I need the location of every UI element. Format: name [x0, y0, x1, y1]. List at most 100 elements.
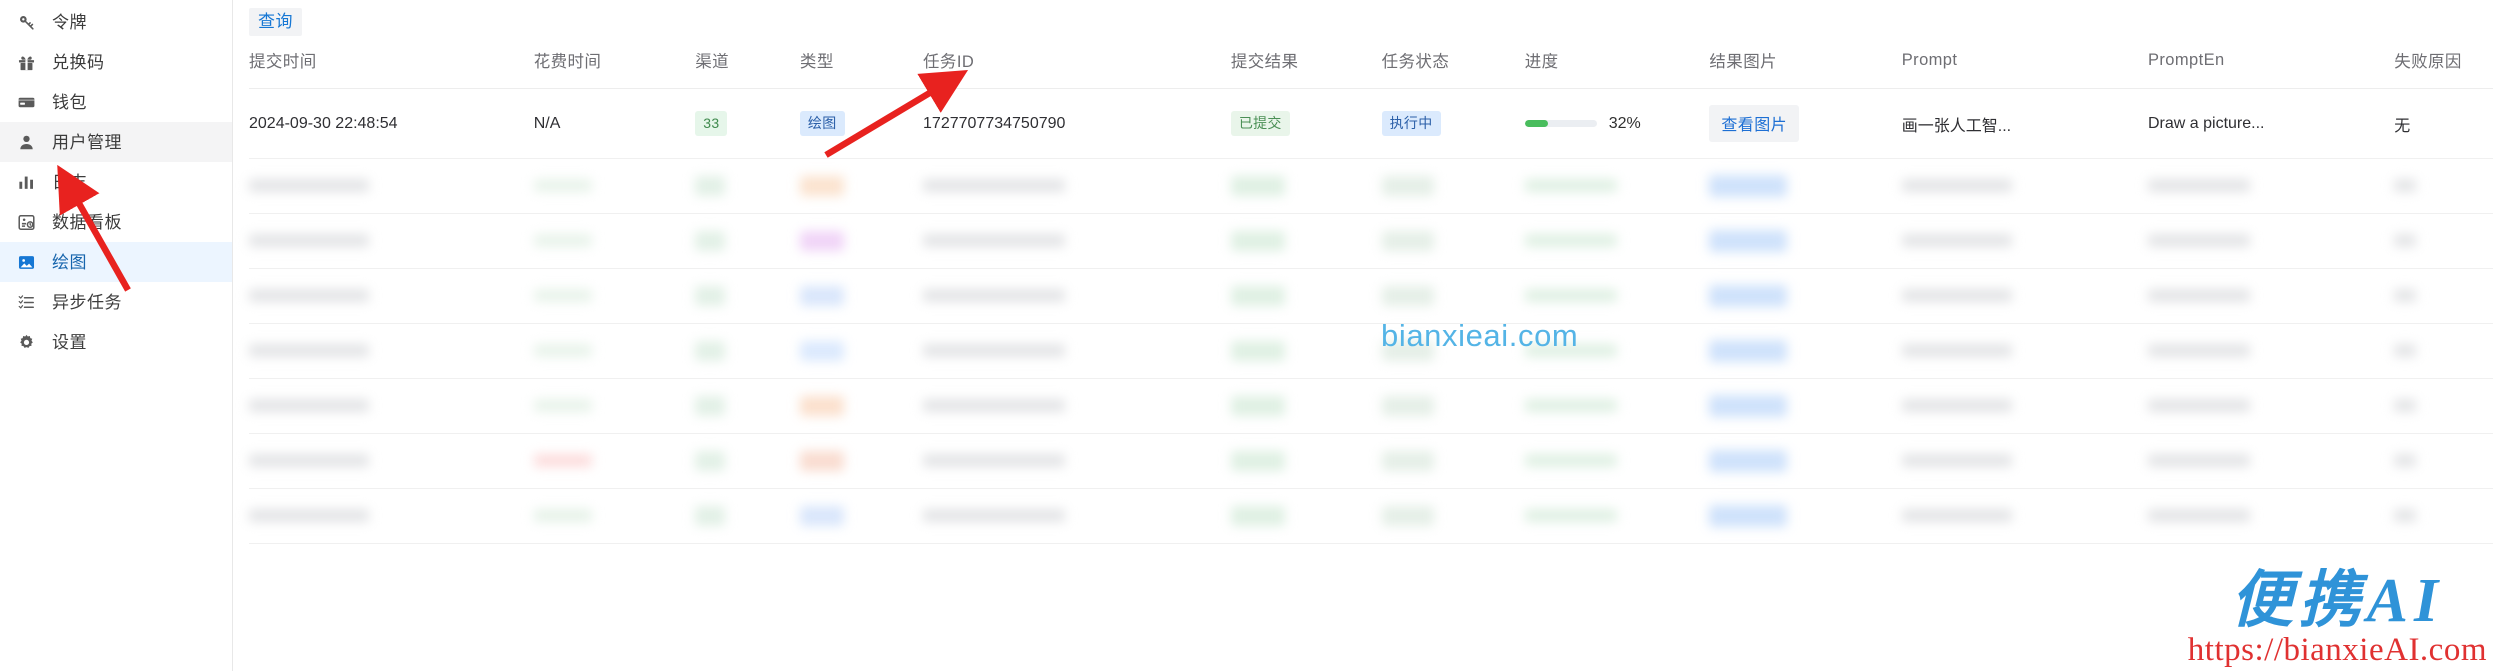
col-submit-result: 提交结果	[1230, 40, 1382, 89]
cell-prompt-en: Draw a picture...	[2148, 88, 2395, 159]
table-cell-placeholder	[923, 158, 1231, 214]
query-button[interactable]: 查询	[249, 7, 302, 37]
sidebar-item-label: 兑换码	[52, 52, 105, 72]
table-cell-placeholder	[1524, 378, 1710, 434]
table-row[interactable]	[249, 323, 2493, 379]
table-cell-placeholder	[2148, 213, 2395, 269]
table-row[interactable]	[249, 158, 2493, 214]
sidebar-item-label: 日志	[52, 172, 87, 192]
progress-label: 32%	[1608, 114, 1641, 132]
placeholder-bar	[533, 289, 592, 303]
table-cell-placeholder	[695, 323, 800, 379]
table-cell-placeholder	[799, 433, 924, 489]
table-row[interactable]	[249, 213, 2493, 269]
app-root: 令牌 兑换码 钱包 用户管理 日志 数据看板 绘图 异步任务 设置 查询 提交时…	[0, 0, 2493, 671]
table-cell-placeholder	[1709, 433, 1902, 489]
placeholder-bar	[1230, 451, 1285, 471]
main-content: 查询 提交时间 花费时间 渠道 类型 任务ID 提交结果 任务状态 进度 结果图…	[233, 0, 2493, 671]
table-row[interactable]	[249, 488, 2493, 544]
table-row[interactable]	[249, 378, 2493, 434]
table-row[interactable]: 2024-09-30 22:48:54 N/A 33 绘图 1727707734…	[249, 88, 2493, 159]
table-cell-placeholder	[1381, 488, 1525, 544]
placeholder-bar	[1901, 399, 2012, 413]
sidebar-item-token[interactable]: 令牌	[0, 2, 232, 42]
placeholder-bar	[923, 344, 1066, 358]
placeholder-bar	[1524, 509, 1617, 523]
table-body: 2024-09-30 22:48:54 N/A 33 绘图 1727707734…	[249, 88, 2493, 159]
progress-fill	[1524, 120, 1548, 127]
table-cell-placeholder	[2394, 268, 2493, 324]
table-cell-placeholder	[2148, 433, 2395, 489]
table-cell-placeholder	[1901, 213, 2148, 269]
placeholder-bar	[1709, 340, 1788, 362]
placeholder-bar	[1524, 179, 1617, 193]
sidebar-item-drawing[interactable]: 绘图	[0, 242, 232, 282]
task-table: 提交时间 花费时间 渠道 类型 任务ID 提交结果 任务状态 进度 结果图片 P…	[249, 40, 2493, 544]
placeholder-bar	[2394, 179, 2417, 193]
placeholder-bar	[799, 341, 844, 361]
table-cell-placeholder	[1381, 268, 1525, 324]
sidebar-item-log[interactable]: 日志	[0, 162, 232, 202]
placeholder-bar	[695, 451, 726, 471]
placeholder-bar	[249, 179, 369, 193]
sidebar-item-settings[interactable]: 设置	[0, 322, 232, 362]
placeholder-bar	[1230, 176, 1285, 196]
placeholder-bar	[1230, 341, 1285, 361]
sidebar-item-user-management[interactable]: 用户管理	[0, 122, 232, 162]
placeholder-bar	[249, 454, 369, 468]
placeholder-bar	[799, 231, 844, 251]
placeholder-bar	[2394, 454, 2417, 468]
image-icon	[16, 252, 36, 272]
col-channel: 渠道	[695, 40, 800, 89]
table-cell-placeholder	[1901, 268, 2148, 324]
placeholder-bar	[695, 231, 726, 251]
placeholder-bar	[2394, 399, 2417, 413]
col-result-image: 结果图片	[1709, 40, 1902, 89]
placeholder-bar	[1709, 175, 1788, 197]
placeholder-bar	[799, 506, 844, 526]
placeholder-bar	[799, 176, 844, 196]
table-cell-placeholder	[1381, 433, 1525, 489]
table-cell-placeholder	[533, 488, 696, 544]
placeholder-bar	[923, 399, 1066, 413]
table-cell-placeholder	[1230, 433, 1382, 489]
cell-fail-reason: 无	[2394, 88, 2493, 159]
table-cell-placeholder	[1381, 213, 1525, 269]
table-cell-placeholder	[2394, 378, 2493, 434]
placeholder-bar	[249, 344, 369, 358]
table-cell-placeholder	[1524, 488, 1710, 544]
table-cell-placeholder	[1901, 158, 2148, 214]
placeholder-bar	[533, 509, 592, 523]
table-cell-placeholder	[695, 488, 800, 544]
placeholder-bar	[1381, 231, 1434, 251]
placeholder-bar	[1901, 509, 2012, 523]
placeholder-bar	[695, 341, 726, 361]
placeholder-bar	[1709, 230, 1788, 252]
table-header-row: 提交时间 花费时间 渠道 类型 任务ID 提交结果 任务状态 进度 结果图片 P…	[249, 40, 2493, 89]
table-cell-placeholder	[2394, 323, 2493, 379]
sidebar-item-label: 令牌	[52, 12, 87, 32]
table-cell-placeholder	[1381, 378, 1525, 434]
table-row[interactable]	[249, 433, 2493, 489]
placeholder-bar	[923, 454, 1066, 468]
sidebar: 令牌 兑换码 钱包 用户管理 日志 数据看板 绘图 异步任务 设置	[0, 0, 233, 671]
placeholder-bar	[695, 176, 726, 196]
table-cell-placeholder	[249, 158, 534, 214]
table-cell-placeholder	[2148, 158, 2395, 214]
table-cell-placeholder	[1230, 323, 1382, 379]
sidebar-item-dashboard[interactable]: 数据看板	[0, 202, 232, 242]
table-cell-placeholder	[1709, 158, 1902, 214]
sidebar-item-async-task[interactable]: 异步任务	[0, 282, 232, 322]
table-cell-placeholder	[923, 268, 1231, 324]
sidebar-item-redeem-code[interactable]: 兑换码	[0, 42, 232, 82]
placeholder-bar	[1230, 286, 1285, 306]
table-cell-placeholder	[923, 323, 1231, 379]
table-row[interactable]	[249, 268, 2493, 324]
col-cost-time: 花费时间	[533, 40, 696, 89]
table-cell-placeholder	[533, 213, 696, 269]
placeholder-bar	[923, 179, 1066, 193]
brand-name: 便携AI	[2230, 567, 2445, 635]
table-cell-placeholder	[799, 213, 924, 269]
view-image-button[interactable]: 查看图片	[1709, 105, 1800, 142]
sidebar-item-wallet[interactable]: 钱包	[0, 82, 232, 122]
